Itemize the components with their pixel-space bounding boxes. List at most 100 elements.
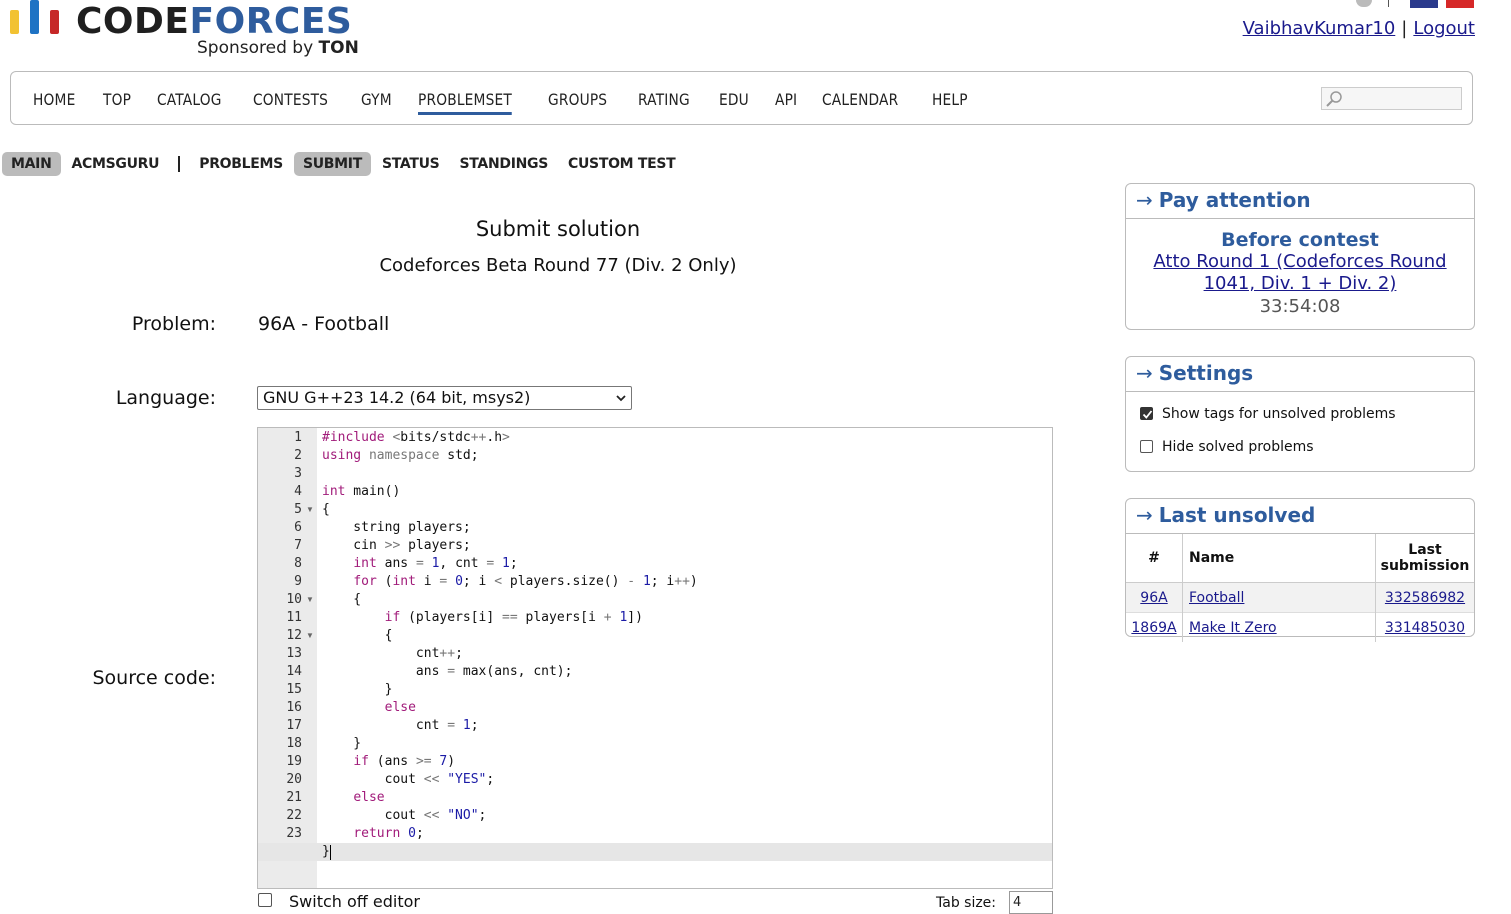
line-number-gutter: 1 2 3 4 5 ▼ 6 7 8 9 10 ▼ 11 12 ▼ 13 14 15 16 17 18 19 20 21 22 23… — [258, 428, 317, 888]
code-line: { — [322, 628, 393, 643]
menu-item-label: GYM — [361, 90, 393, 109]
source-code-label: Source code: — [92, 667, 216, 689]
menu-item-calendar[interactable]: CALENDAR — [822, 90, 898, 115]
menu-item-contests[interactable]: CONTESTS — [253, 90, 328, 115]
line-number: 20 — [286, 772, 302, 787]
arrow-right-icon: → — [1136, 361, 1153, 385]
code-line: for (int i = 0; i < players.size() - 1; … — [353, 574, 698, 589]
tab-size-input[interactable]: 4 — [1009, 891, 1053, 914]
sub-menu: MAIN ACMSGURU PROBLEMS SUBMIT STATUS STA… — [2, 150, 686, 178]
pay-attention-header: → Pay attention — [1126, 184, 1474, 219]
show-tags-checkbox[interactable] — [1140, 407, 1153, 420]
line-number: 10 — [286, 592, 302, 607]
code-line: cout << "YES"; — [322, 772, 495, 787]
menu-item-edu[interactable]: EDU — [719, 90, 749, 115]
menu-item-api[interactable]: API — [775, 90, 797, 115]
show-tags-label: Show tags for unsolved problems — [1162, 406, 1396, 422]
problem-name-link[interactable]: Football — [1189, 590, 1244, 606]
line-number: 4 — [294, 484, 302, 499]
submenu-separator — [178, 156, 181, 172]
code-line: int main() — [322, 484, 401, 499]
settings-box: → Settings Show tags for unsolved problem… — [1125, 356, 1475, 472]
problem-name-link[interactable]: Make It Zero — [1189, 620, 1277, 636]
menu-item-label: HOME — [33, 90, 76, 109]
countdown-timer: 33:54:08 — [1259, 296, 1341, 317]
language-select[interactable]: GNU G++23 14.2 (64 bit, msys2) — [257, 386, 632, 410]
submenu-standings[interactable]: STANDINGS — [450, 152, 557, 176]
code-editor[interactable]: 1 2 3 4 5 ▼ 6 7 8 9 10 ▼ 11 12 ▼ 13 14 15 16 17 18 19 20 21 22 23… — [257, 427, 1053, 889]
check-icon — [1142, 410, 1153, 419]
code-line: int ans = 1, cnt = 1; — [353, 556, 518, 571]
russian-flag-icon[interactable] — [1446, 0, 1474, 8]
menu-item-help[interactable]: HELP — [932, 90, 968, 115]
line-number: 23 — [286, 826, 302, 841]
code-line: cin >> players; — [322, 538, 471, 553]
submenu-status[interactable]: STATUS — [373, 152, 449, 176]
fold-arrow-icon[interactable]: ▼ — [306, 631, 314, 640]
menu-item-groups[interactable]: GROUPS — [548, 90, 607, 115]
menu-item-label: CATALOG — [156, 90, 222, 109]
switch-off-editor-checkbox[interactable] — [258, 893, 272, 907]
code-line: cout << "NO"; — [322, 808, 487, 823]
username-link[interactable]: VaibhavKumar10 — [1243, 18, 1396, 39]
arrow-right-icon: → — [1136, 503, 1153, 527]
code-line: string players; — [322, 520, 471, 535]
user-links: VaibhavKumar10 | Logout — [1242, 18, 1475, 39]
contest-link[interactable]: Atto Round 1 (Codeforces Round 1041, Div… — [1153, 251, 1446, 294]
menu-item-label: HELP — [931, 90, 968, 109]
language-label: Language: — [115, 387, 216, 409]
menu-item-label: PROBLEMSET — [418, 90, 513, 115]
code-line: } — [322, 682, 393, 697]
problem-id-link[interactable]: 1869A — [1131, 620, 1176, 636]
settings-header: → Settings — [1126, 357, 1474, 392]
menu-item-gym[interactable]: GYM — [361, 90, 392, 115]
codeforces-logo[interactable]: CODEFORCES Sponsored by TON — [10, 0, 360, 60]
hide-solved-label: Hide solved problems — [1162, 439, 1314, 455]
submission-link[interactable]: 331485030 — [1385, 620, 1465, 636]
line-number: 22 — [286, 808, 302, 823]
line-number: 18 — [286, 736, 302, 751]
menu-item-label: EDU — [719, 90, 750, 109]
english-flag-icon[interactable] — [1410, 0, 1438, 8]
code-line: { — [322, 592, 362, 607]
line-number: 12 — [286, 628, 302, 643]
brand-name: CODEFORCES — [76, 1, 353, 42]
line-number: 21 — [286, 790, 302, 805]
menu-item-label: API — [775, 90, 798, 109]
submenu-acmsguru[interactable]: ACMSGURU — [63, 152, 169, 176]
page-title: Submit solution — [475, 217, 641, 241]
code-line: else — [353, 790, 385, 805]
last-unsolved-header: → Last unsolved — [1126, 499, 1474, 534]
column-header-name: Name — [1182, 534, 1376, 583]
code-line: { — [322, 502, 330, 517]
menu-item-home[interactable]: HOME — [33, 90, 75, 115]
line-number: 8 — [294, 556, 302, 571]
submenu-submit[interactable]: SUBMIT — [293, 152, 371, 176]
table-row: 1869A Make It Zero 331485030 — [1126, 612, 1474, 642]
menu-item-problemset[interactable]: PROBLEMSET — [418, 90, 513, 115]
submenu-custom-test[interactable]: CUSTOM TEST — [559, 152, 684, 176]
problem-id-link[interactable]: 96A — [1140, 590, 1167, 606]
menu-item-top[interactable]: TOP — [103, 90, 131, 115]
submenu-problems[interactable]: PROBLEMS — [190, 152, 292, 176]
last-unsolved-table: # Name Last submission 96A Football 3325… — [1126, 534, 1474, 642]
text-caret — [330, 845, 331, 860]
fold-arrow-icon[interactable]: ▼ — [306, 595, 314, 604]
code-line: else — [384, 700, 416, 715]
problem-value: 96A - Football — [258, 313, 390, 335]
code-line: } — [322, 844, 330, 859]
logout-link[interactable]: Logout — [1413, 18, 1475, 39]
submission-link[interactable]: 332586982 — [1385, 590, 1465, 606]
code-line: if (ans >= 7) — [353, 754, 456, 769]
hide-solved-checkbox[interactable] — [1140, 440, 1153, 453]
menu-item-label: RATING — [638, 90, 690, 109]
menu-item-catalog[interactable]: CATALOG — [157, 90, 222, 115]
menu-item-label: CONTESTS — [253, 90, 329, 109]
search-input[interactable] — [1321, 87, 1462, 110]
submenu-main[interactable]: MAIN — [2, 152, 61, 176]
menu-item-rating[interactable]: RATING — [638, 90, 690, 115]
arrow-right-icon: → — [1136, 188, 1153, 212]
line-number: 13 — [286, 646, 302, 661]
line-number: 7 — [294, 538, 302, 553]
fold-arrow-icon[interactable]: ▼ — [306, 505, 314, 514]
